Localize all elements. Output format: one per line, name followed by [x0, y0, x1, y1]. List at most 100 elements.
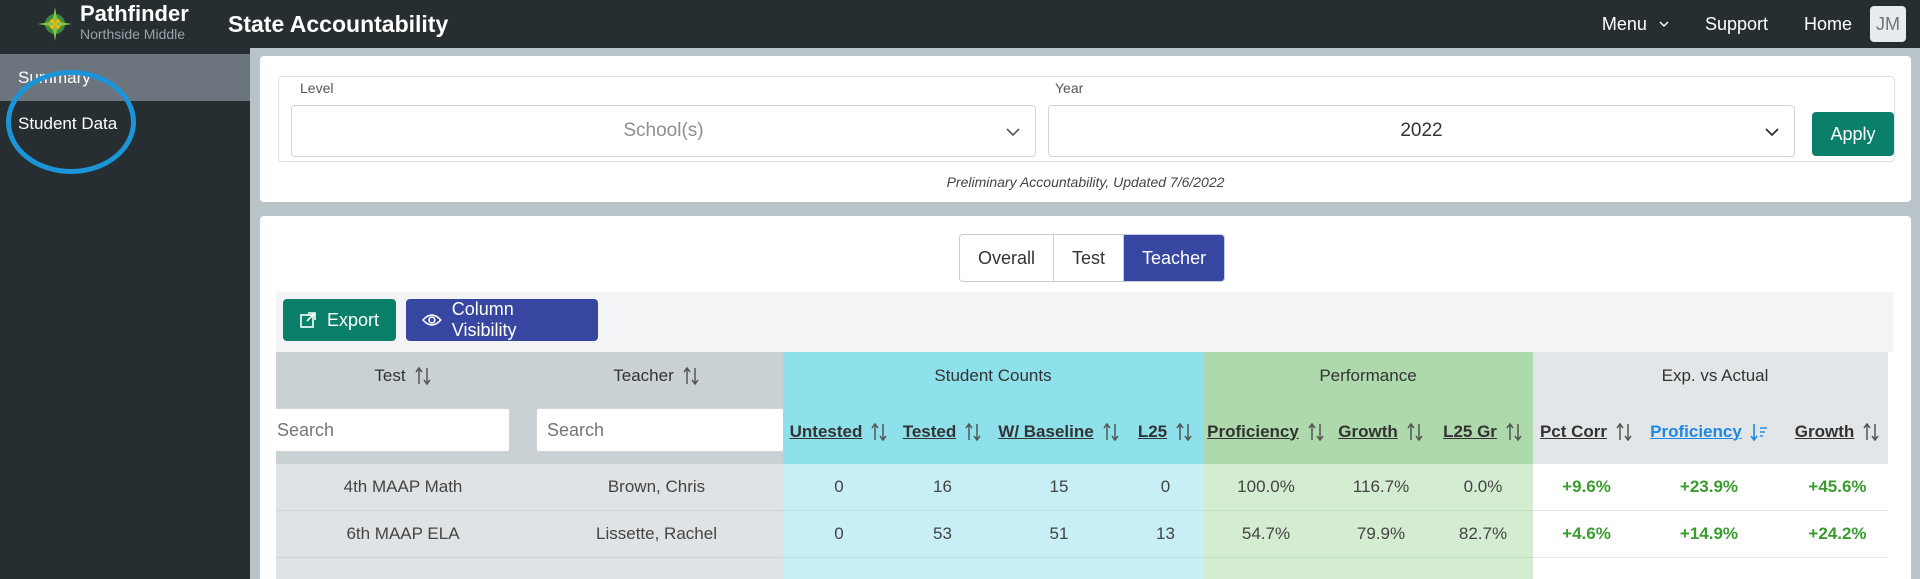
cell-pct-corr: +9.6%: [1533, 464, 1640, 510]
cell-pct-corr: +4.6%: [1533, 510, 1640, 557]
sort-icon: [683, 366, 699, 385]
group-header-student-counts: Student Counts: [783, 352, 1203, 399]
brand[interactable]: Pathfinder Northside Middle: [80, 1, 189, 42]
cell-growth: 79.9%: [1329, 510, 1433, 557]
cell-test: 6th MAAP ELA: [276, 510, 530, 557]
year-select[interactable]: 2022: [1048, 105, 1795, 157]
search-input-test[interactable]: [276, 408, 510, 452]
cell-l25: 13: [1128, 510, 1203, 557]
sort-icon: [1103, 422, 1119, 441]
sort-descending-icon: [1750, 423, 1767, 441]
tab-overall[interactable]: Overall: [960, 235, 1055, 281]
view-toggle: Overall Test Teacher: [959, 234, 1226, 282]
col-header-l25[interactable]: L25: [1128, 399, 1203, 464]
avatar[interactable]: JM: [1870, 6, 1906, 42]
sort-icon: [414, 366, 431, 385]
search-input-teacher[interactable]: [536, 408, 784, 452]
table-toolbar: Export Column Visibility: [276, 292, 1893, 352]
col-label-growth: Growth: [1338, 421, 1398, 441]
school-name: Northside Middle: [80, 26, 186, 42]
cell-growth: 116.7%: [1329, 464, 1433, 510]
col-label-teacher: Teacher: [613, 365, 674, 385]
sidebar-item-summary[interactable]: Summary: [0, 54, 250, 101]
col-label-pct-corr: Pct Corr: [1539, 421, 1608, 441]
cell-exp-proficiency: +14.9%: [1640, 510, 1778, 557]
menu-dropdown[interactable]: Menu: [1602, 14, 1669, 35]
sort-icon: [1616, 422, 1632, 441]
group-label: Exp. vs Actual: [1661, 365, 1769, 385]
home-link[interactable]: Home: [1804, 14, 1852, 35]
search-cell-test: [276, 399, 530, 464]
teacher-table: Test Teacher Student Counts Performance …: [276, 352, 1888, 579]
cell-l25-gr: 0.0%: [1433, 464, 1533, 510]
sort-icon: [1308, 422, 1324, 441]
col-header-pct-corr[interactable]: Pct Corr: [1533, 399, 1640, 464]
support-link[interactable]: Support: [1705, 14, 1768, 35]
sidebar-item-student-data[interactable]: Student Data: [0, 101, 250, 147]
col-header-exp-growth[interactable]: Growth: [1778, 399, 1888, 464]
level-placeholder: School(s): [623, 120, 704, 141]
col-label-untested: Untested: [789, 421, 863, 441]
cell-teacher: Brown, Chris: [530, 464, 783, 510]
main-content: Level School(s) Year 2022 Apply Prelimin…: [250, 48, 1920, 579]
col-label-test: Test: [374, 365, 406, 385]
col-header-exp-proficiency[interactable]: Proficiency: [1640, 399, 1778, 464]
filter-box: Level School(s) Year 2022: [278, 76, 1895, 162]
sort-icon: [1407, 422, 1423, 441]
external-link-icon: [300, 312, 316, 328]
export-button[interactable]: Export: [283, 299, 396, 341]
cell-w-baseline: 51: [990, 510, 1128, 557]
cell-l25-gr: 82.7%: [1433, 510, 1533, 557]
chevron-down-icon: [1765, 128, 1779, 137]
cell-w-baseline: 15: [990, 464, 1128, 510]
chevron-down-icon: [1659, 21, 1669, 27]
col-label-l25: L25: [1137, 421, 1168, 441]
sort-icon: [965, 422, 981, 441]
level-select[interactable]: School(s): [291, 105, 1036, 157]
col-label-proficiency: Proficiency: [1207, 421, 1299, 441]
col-header-growth[interactable]: Growth: [1329, 399, 1433, 464]
tab-test[interactable]: Test: [1054, 235, 1125, 281]
level-label: Level: [300, 80, 334, 96]
col-header-teacher[interactable]: Teacher: [530, 352, 783, 399]
column-visibility-button[interactable]: Column Visibility: [406, 299, 598, 341]
cell-tested: 53: [895, 510, 990, 557]
table-row: [276, 557, 783, 579]
table-row: [1533, 557, 1888, 579]
sort-icon: [1863, 422, 1879, 441]
chevron-down-icon: [1006, 128, 1020, 137]
cell-teacher: Lissette, Rachel: [530, 510, 783, 557]
export-label: Export: [327, 309, 380, 330]
col-header-w-baseline[interactable]: W/ Baseline: [990, 399, 1128, 464]
year-value: 2022: [1400, 120, 1443, 141]
group-header-exp-vs-actual: Exp. vs Actual: [1533, 352, 1888, 399]
col-header-l25-gr[interactable]: L25 Gr: [1433, 399, 1533, 464]
col-header-untested[interactable]: Untested: [783, 399, 895, 464]
group-label: Student Counts: [934, 365, 1052, 385]
col-label-tested: Tested: [902, 421, 957, 441]
menu-label: Menu: [1601, 13, 1647, 34]
top-nav: Menu Support Home JM: [1602, 0, 1920, 48]
col-label-exp-proficiency: Proficiency: [1650, 421, 1742, 441]
table-row: [1203, 557, 1533, 579]
tab-teacher[interactable]: Teacher: [1124, 235, 1225, 281]
cell-untested: 0: [783, 510, 895, 557]
table-row: [783, 557, 1203, 579]
col-header-proficiency[interactable]: Proficiency: [1203, 399, 1329, 464]
cell-exp-growth: +24.2%: [1778, 510, 1888, 557]
sort-icon: [1176, 422, 1192, 441]
group-label: Performance: [1319, 365, 1417, 385]
cell-proficiency: 100.0%: [1203, 464, 1329, 510]
brand-name: Pathfinder: [80, 1, 189, 26]
compass-logo-icon: [38, 7, 72, 41]
sidebar: Summary Student Data: [0, 48, 250, 579]
cell-tested: 16: [895, 464, 990, 510]
year-label: Year: [1055, 80, 1084, 96]
accountability-note: Preliminary Accountability, Updated 7/6/…: [946, 174, 1225, 190]
col-header-tested[interactable]: Tested: [895, 399, 990, 464]
sidebar-item-label: Summary: [18, 67, 91, 87]
cell-exp-growth: +45.6%: [1778, 464, 1888, 510]
apply-button[interactable]: Apply: [1812, 112, 1894, 156]
col-header-test[interactable]: Test: [276, 352, 530, 399]
col-label-l25-gr: L25 Gr: [1443, 421, 1497, 441]
